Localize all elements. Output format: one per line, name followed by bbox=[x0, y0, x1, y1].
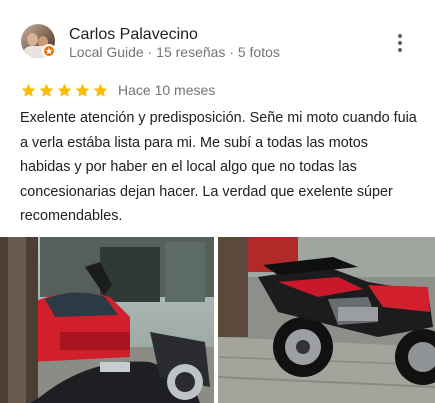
star-rating bbox=[20, 82, 109, 99]
review-text: Exelente atención y predisposición. Señe… bbox=[20, 110, 417, 224]
local-guide-badge-icon bbox=[42, 44, 56, 58]
review-photos bbox=[0, 237, 435, 403]
reviewer-meta: Local Guide · 15 reseñas · 5 fotos bbox=[69, 44, 280, 60]
rating-row: Hace 10 meses bbox=[20, 80, 215, 100]
review-time: Hace 10 meses bbox=[118, 82, 216, 98]
star-icon bbox=[21, 83, 36, 97]
reviewer-name[interactable]: Carlos Palavecino bbox=[69, 26, 198, 44]
star-icon bbox=[57, 83, 72, 97]
more-vert-icon[interactable] bbox=[390, 33, 410, 53]
star-icon bbox=[75, 83, 90, 97]
review-photo-2[interactable] bbox=[218, 237, 435, 403]
review-header: Carlos Palavecino Local Guide · 15 reseñ… bbox=[0, 0, 435, 76]
star-icon bbox=[93, 83, 108, 97]
review-photo-1[interactable] bbox=[0, 237, 214, 403]
star-icon bbox=[39, 83, 54, 97]
